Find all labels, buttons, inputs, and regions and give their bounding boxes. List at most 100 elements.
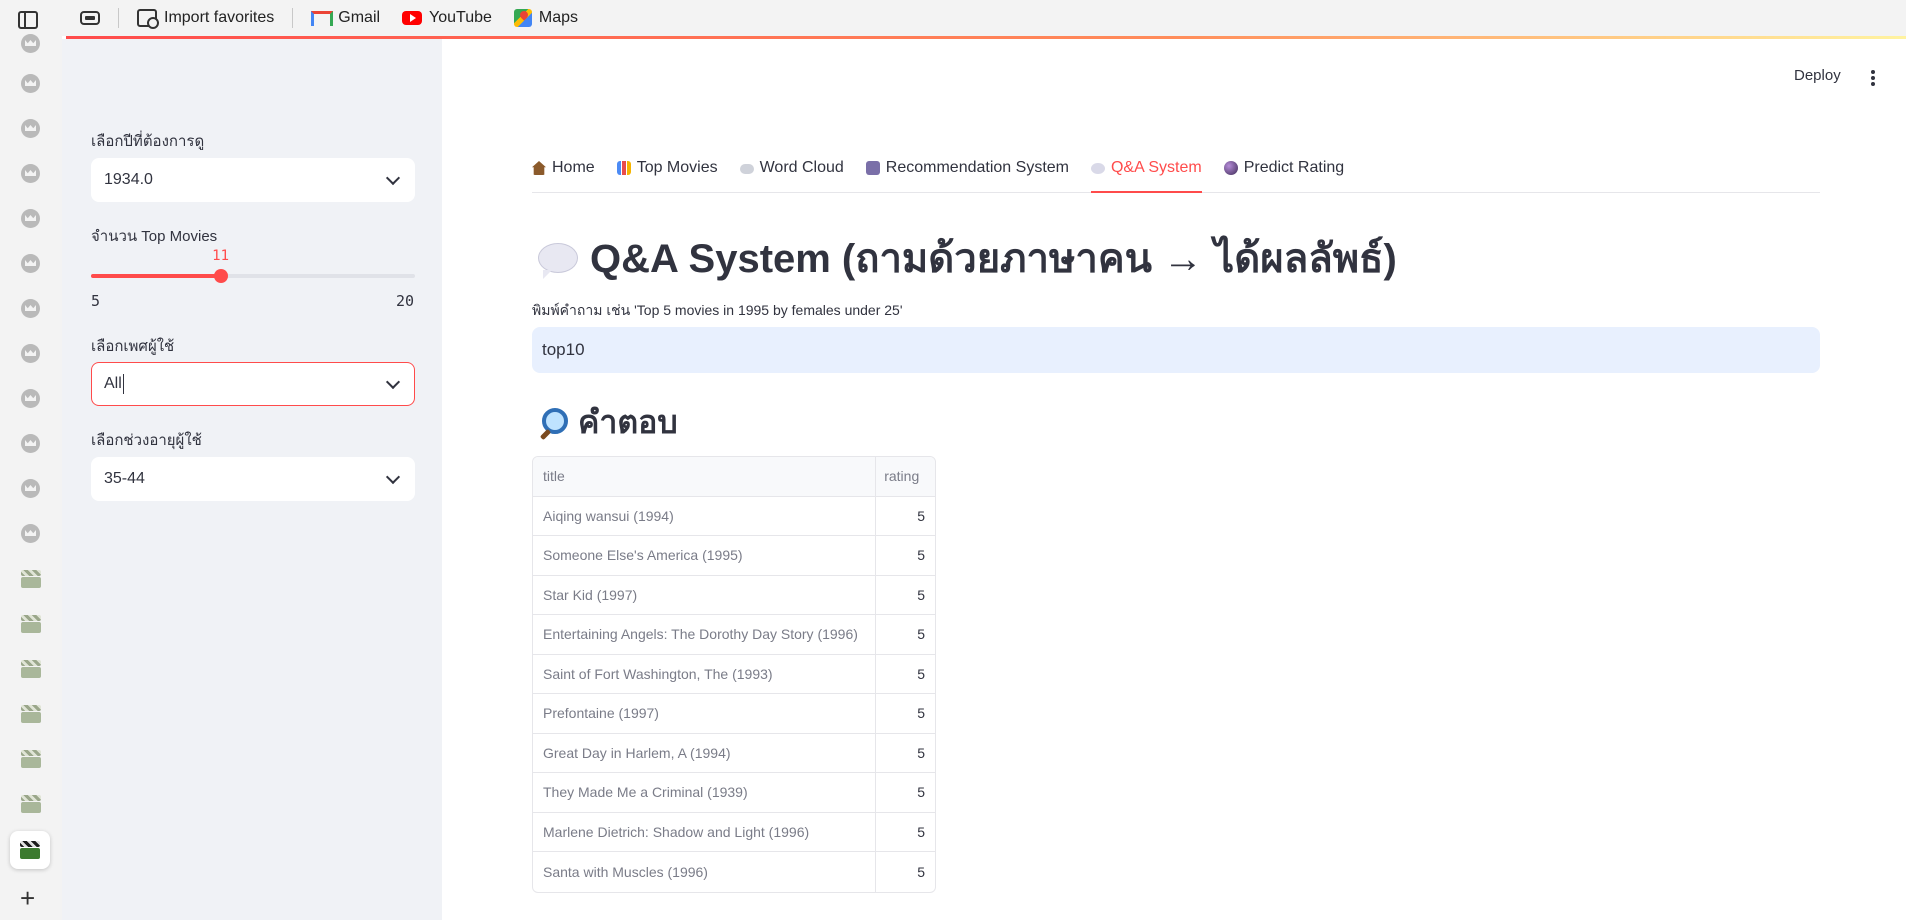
- year-value: 1934.0: [104, 171, 153, 188]
- cell-title: Aiqing wansui (1994): [533, 496, 877, 535]
- cell-rating: 5: [917, 705, 925, 722]
- speech-bubble-icon: [1090, 163, 1105, 174]
- crown-icon[interactable]: [21, 479, 40, 498]
- tab-label: Word Cloud: [759, 159, 844, 176]
- bookmark-label: YouTube: [429, 9, 492, 26]
- table-row[interactable]: Entertaining Angels: The Dorothy Day Sto…: [533, 615, 935, 655]
- table-row[interactable]: Saint of Fort Washington, The (1993) 5: [533, 654, 935, 694]
- year-select[interactable]: 1934.0: [91, 158, 415, 202]
- cell-title: Great Day in Harlem, A (1994): [533, 733, 877, 772]
- add-tab-icon[interactable]: +: [20, 885, 35, 911]
- clapperboard-icon[interactable]: [21, 615, 41, 633]
- cell-rating: 5: [917, 665, 925, 682]
- crown-icon[interactable]: [21, 434, 40, 453]
- cell-title: Marlene Dietrich: Shadow and Light (1996…: [533, 812, 877, 851]
- results-table[interactable]: title rating Aiqing wansui (1994) 5 Someo…: [532, 456, 936, 893]
- tab-home[interactable]: Home: [532, 155, 595, 193]
- question-input[interactable]: top10: [532, 327, 1820, 373]
- bookmark-maps[interactable]: Maps: [506, 5, 586, 31]
- answer-heading: คำตอบ: [538, 397, 678, 448]
- divider: [118, 8, 119, 28]
- table-row[interactable]: Aiqing wansui (1994) 5: [533, 496, 935, 536]
- gender-label: เลือกเพศผู้ใช้: [91, 338, 175, 355]
- table-row[interactable]: Prefontaine (1997) 5: [533, 694, 935, 734]
- bookmark-label: Maps: [538, 9, 579, 26]
- deploy-button[interactable]: Deploy: [1794, 67, 1841, 84]
- slider-thumb[interactable]: [213, 269, 228, 283]
- text-caret: [122, 374, 124, 394]
- page-title: Q&A System (ถามด้วยภาษาคน → ได้ผลลัพธ์): [538, 226, 1397, 290]
- clapperboard-icon[interactable]: [21, 705, 41, 723]
- tab-label: Q&A System: [1110, 159, 1202, 176]
- table-row[interactable]: Someone Else's America (1995) 5: [533, 536, 935, 576]
- top-movies-slider[interactable]: 11: [91, 248, 415, 283]
- table-row[interactable]: They Made Me a Criminal (1939) 5: [533, 773, 935, 813]
- youtube-icon: [402, 11, 423, 25]
- cell-rating: 5: [917, 586, 925, 603]
- cell-rating: 5: [917, 863, 925, 880]
- tab-recommendation-system[interactable]: Recommendation System: [865, 155, 1069, 193]
- sidebar-toggle-icon[interactable]: [18, 11, 38, 29]
- column-header-rating[interactable]: rating: [876, 457, 935, 496]
- age-select[interactable]: 35-44: [91, 457, 415, 501]
- crown-icon[interactable]: [21, 164, 40, 183]
- answer-heading-text: คำตอบ: [578, 404, 678, 440]
- slider-max: 20: [396, 292, 415, 310]
- top-movies-label: จำนวน Top Movies: [91, 228, 218, 245]
- speech-bubble-icon: [538, 243, 578, 279]
- maps-icon: [513, 9, 532, 27]
- bookmark-import-favorites[interactable]: Import favorites: [129, 5, 282, 31]
- question-label: พิมพ์คำถาม เช่น 'Top 5 movies in 1995 by…: [532, 302, 903, 318]
- clapperboard-icon[interactable]: [21, 570, 41, 588]
- more-options-icon[interactable]: [1871, 70, 1875, 86]
- active-tab-button[interactable]: [10, 831, 50, 869]
- tab-actions-button[interactable]: [72, 7, 108, 29]
- table-header: title rating: [533, 457, 935, 497]
- crown-icon[interactable]: [21, 389, 40, 408]
- cell-title: Entertaining Angels: The Dorothy Day Sto…: [533, 615, 877, 654]
- slider-value: 11: [212, 248, 230, 264]
- home-icon: [532, 161, 546, 175]
- clapperboard-icon[interactable]: [21, 750, 41, 768]
- app-sidebar: เลือกปีที่ต้องการดู 1934.0 จำนวน Top Mov…: [62, 39, 442, 920]
- cell-title: They Made Me a Criminal (1939): [533, 773, 877, 812]
- crown-icon[interactable]: [21, 209, 40, 228]
- table-row[interactable]: Great Day in Harlem, A (1994) 5: [533, 733, 935, 773]
- crown-icon[interactable]: [21, 524, 40, 543]
- gmail-icon: [311, 10, 334, 26]
- bar-chart-icon: [616, 161, 631, 175]
- column-header-title[interactable]: title: [533, 457, 877, 496]
- bookmark-gmail[interactable]: Gmail: [303, 5, 388, 31]
- tab-top-movies[interactable]: Top Movies: [616, 155, 718, 193]
- tab-word-cloud[interactable]: Word Cloud: [739, 155, 844, 193]
- gender-value: All: [104, 375, 122, 392]
- table-row[interactable]: Star Kid (1997) 5: [533, 575, 935, 615]
- tab-predict-rating[interactable]: Predict Rating: [1223, 155, 1344, 193]
- crown-icon[interactable]: [21, 119, 40, 138]
- question-value: top10: [542, 340, 585, 359]
- cell-rating: 5: [917, 626, 925, 643]
- bookmark-label: Import favorites: [164, 9, 275, 26]
- chevron-down-icon: [385, 374, 401, 390]
- gender-select[interactable]: All: [91, 362, 415, 406]
- crown-icon[interactable]: [21, 34, 40, 53]
- crown-icon[interactable]: [21, 74, 40, 93]
- tab-qa-system[interactable]: Q&A System: [1090, 155, 1202, 193]
- slider-min: 5: [91, 292, 101, 310]
- clapperboard-icon[interactable]: [21, 660, 41, 678]
- slider-fill: [91, 274, 221, 278]
- cell-rating: 5: [917, 744, 925, 761]
- tab-label: Recommendation System: [885, 159, 1069, 176]
- chevron-down-icon: [385, 170, 401, 186]
- cell-title: Prefontaine (1997): [533, 694, 877, 733]
- clapperboard-icon[interactable]: [21, 795, 41, 813]
- crown-icon[interactable]: [21, 254, 40, 273]
- crown-icon[interactable]: [21, 299, 40, 318]
- table-row[interactable]: Marlene Dietrich: Shadow and Light (1996…: [533, 812, 935, 852]
- bookmark-youtube[interactable]: YouTube: [394, 5, 500, 31]
- magnifier-icon: [538, 407, 568, 438]
- robot-icon: [865, 161, 880, 175]
- browser-side-rail: +: [0, 34, 62, 920]
- crown-icon[interactable]: [21, 344, 40, 363]
- table-row[interactable]: Santa with Muscles (1996) 5: [533, 852, 935, 892]
